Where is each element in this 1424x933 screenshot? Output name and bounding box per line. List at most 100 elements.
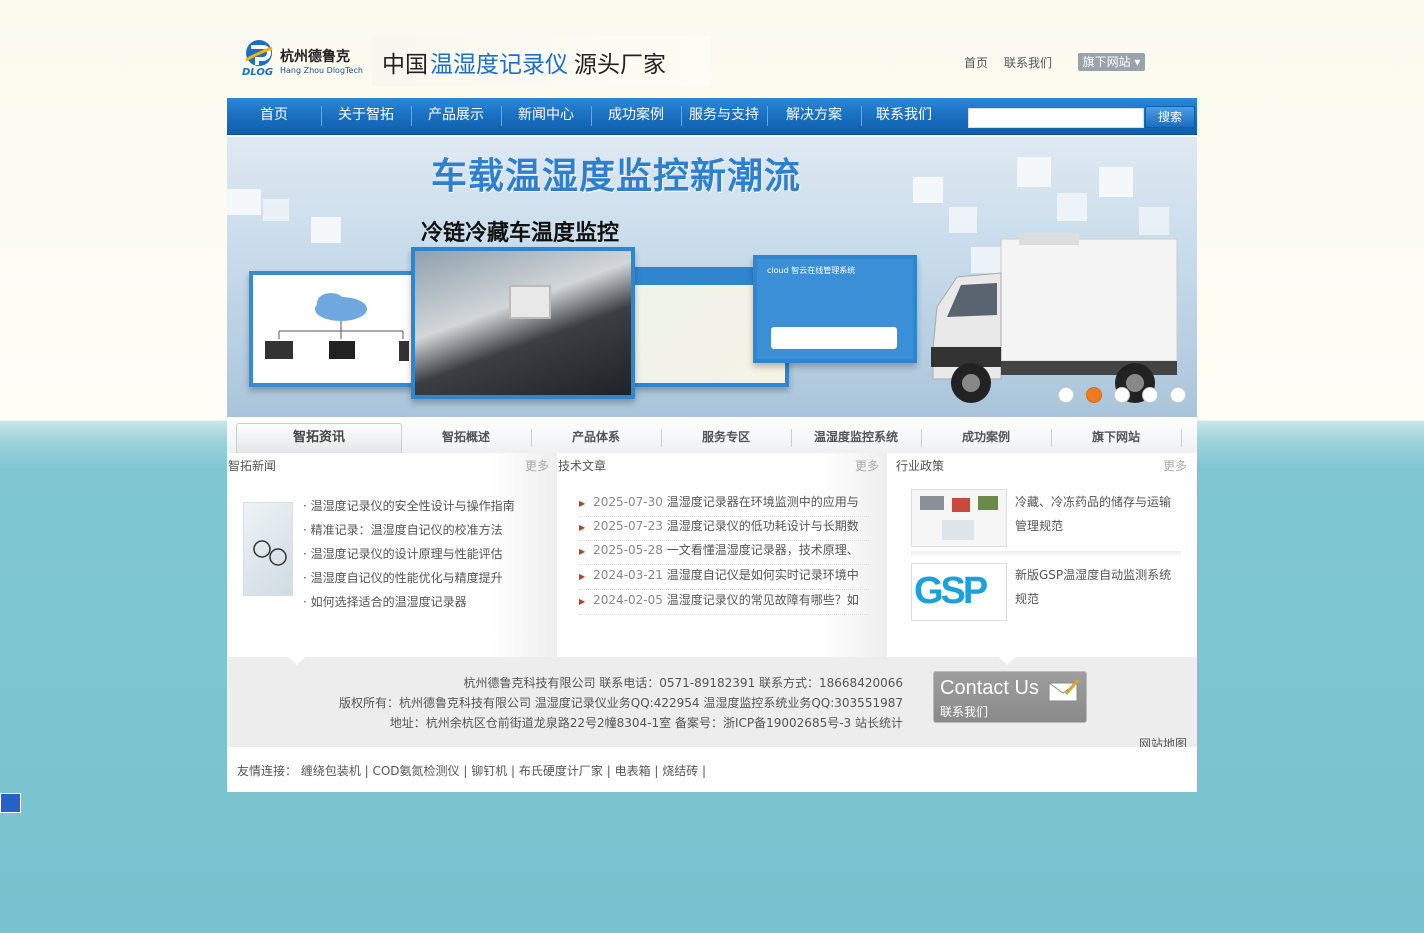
bullet-arrow-icon: ▶ — [579, 547, 586, 556]
nav-item-contact[interactable]: 联系我们 — [861, 98, 947, 134]
tab-separator — [1181, 429, 1182, 447]
policy-more-link[interactable]: 更多 — [1163, 457, 1187, 474]
banner-tile — [1099, 167, 1133, 197]
policy-item-line: 新版GSP温湿度自动监测系统 — [1015, 568, 1172, 582]
gsp-logo: GSP — [914, 570, 988, 612]
cloud-diagram-icon — [265, 293, 409, 361]
logo[interactable]: DLOG 杭州德鲁克 Hang Zhou DlogTech — [242, 38, 363, 82]
content-area: 智拓新闻 更多 · 温湿度记录仪的安全性设计与操作指南 · 精准记录：温湿度自记… — [227, 453, 1197, 657]
tab-service[interactable]: 服务专区 — [661, 423, 791, 453]
logo-dlog: DLOG — [242, 67, 274, 78]
bullet-arrow-icon: ▶ — [579, 523, 586, 532]
tab-cases[interactable]: 成功案例 — [921, 423, 1051, 453]
hero-banner[interactable]: 车载温湿度监控新潮流 冷链冷藏车温度监控 cloud 智云在线管理系统 — [227, 137, 1197, 417]
system-login-form — [771, 327, 897, 349]
tagline-prefix: 中国 — [382, 52, 428, 78]
tagline: 中国 温湿度记录仪 源头厂家 — [372, 36, 710, 86]
policy-thumbnail-drugs[interactable] — [911, 489, 1007, 547]
glasses-icon — [253, 540, 287, 566]
banner-tile — [913, 177, 943, 203]
article-title: 温湿度自记仪是如何实时记录环境中 — [666, 568, 859, 582]
article-title: 温湿度记录仪的常见故障有哪些？如 — [666, 593, 859, 607]
news-item[interactable]: · 温湿度记录仪的安全性设计与操作指南 — [303, 497, 515, 514]
tagline-suffix: 源头厂家 — [574, 52, 666, 78]
nav-item-solutions[interactable]: 解决方案 — [767, 98, 861, 134]
contact-us-label: Contact Us — [940, 677, 1039, 699]
banner-tile — [1017, 157, 1051, 187]
banner-tile — [263, 199, 289, 221]
pointer-triangle-icon — [999, 657, 1015, 665]
paw-icon[interactable]: 🐾 — [0, 793, 21, 813]
slide-dot-5[interactable] — [1170, 387, 1186, 403]
slide-dot-1[interactable] — [1058, 387, 1074, 403]
tab-sister-sites[interactable]: 旗下网站 — [1051, 423, 1181, 453]
tab-news[interactable]: 智拓资讯 — [236, 423, 402, 454]
policy-item-line: 规范 — [1015, 592, 1040, 606]
tab-products[interactable]: 产品体系 — [531, 423, 661, 453]
article-item[interactable]: ▶ 2024-03-21 温湿度自记仪是如何实时记录环境中 — [579, 566, 869, 590]
top-link-home[interactable]: 首页 — [964, 56, 988, 70]
nav-item-cases[interactable]: 成功案例 — [591, 98, 681, 134]
contact-us-cn-label: 联系我们 — [940, 705, 989, 719]
friendly-links-text[interactable]: 友情连接： 缠绕包装机 | COD氨氮检测仪 | 铆钉机 | 布氏硬度计厂家 |… — [237, 762, 706, 779]
slide-dot-4[interactable] — [1142, 387, 1158, 403]
article-date: 2025-07-30 — [593, 495, 663, 509]
nav-item-products[interactable]: 产品展示 — [411, 98, 501, 134]
top-link-contact[interactable]: 联系我们 — [1004, 56, 1052, 70]
logo-brand-en: Hang Zhou DlogTech — [280, 66, 363, 75]
policy-heading: 行业政策 — [896, 459, 945, 473]
footer-copyright-line: 版权所有：杭州德鲁克科技有限公司 温湿度记录仪业务QQ:422954 温湿度监控… — [338, 696, 903, 710]
article-date: 2024-03-21 — [593, 568, 663, 582]
banner-tile — [1057, 193, 1087, 221]
search-button[interactable]: 搜索 — [1145, 106, 1195, 128]
news-heading: 智拓新闻 — [228, 459, 277, 473]
policy-item-line: 管理规范 — [1015, 519, 1064, 533]
articles-heading: 技术文章 — [558, 459, 607, 473]
envelope-icon — [1048, 679, 1080, 702]
articles-column: 技术文章 更多 ▶ 2025-07-30 温湿度记录器在环境监测中的应用与 ▶ 20… — [557, 453, 887, 657]
article-title: 一文看懂温湿度记录器，技术原理、 — [666, 543, 859, 557]
news-column: 智拓新闻 更多 · 温湿度记录仪的安全性设计与操作指南 · 精准记录：温湿度自记… — [227, 453, 557, 657]
policy-thumbnail-gsp[interactable]: GSP — [911, 563, 1007, 621]
main-nav: 首页 关于智拓 产品展示 新闻中心 成功案例 服务与支持 解决方案 联系我们 搜… — [227, 98, 1197, 135]
drug-box-icon — [920, 496, 944, 510]
drug-box-icon — [952, 498, 970, 512]
slide-dot-2[interactable] — [1086, 387, 1102, 403]
search-input[interactable] — [968, 108, 1144, 128]
news-item[interactable]: · 如何选择适合的温湿度记录器 — [303, 593, 467, 610]
news-item[interactable]: · 温湿度记录仪的设计原理与性能评估 — [303, 545, 503, 562]
top-links: 首页 联系我们 — [964, 54, 1068, 71]
banner-subtitle: 冷链冷藏车温度监控 — [421, 221, 620, 246]
bullet-arrow-icon: ▶ — [579, 499, 586, 508]
tab-overview[interactable]: 智拓概述 — [401, 423, 531, 453]
nav-item-about[interactable]: 关于智拓 — [321, 98, 411, 134]
articles-more-link[interactable]: 更多 — [855, 457, 879, 474]
policy-item[interactable]: 冷藏、冷冻药品的储存与运输 管理规范 — [1015, 490, 1171, 538]
article-item[interactable]: ▶ 2025-07-30 温湿度记录器在环境监测中的应用与 — [579, 493, 869, 517]
tab-monitoring[interactable]: 温湿度监控系统 — [791, 423, 921, 453]
article-item[interactable]: ▶ 2025-05-28 一文看懂温湿度记录器，技术原理、 — [579, 541, 869, 565]
news-more-link[interactable]: 更多 — [525, 457, 549, 474]
sister-sites-dropdown[interactable]: 旗下网站 ▾ — [1078, 53, 1145, 71]
article-item[interactable]: ▶ 2025-07-23 温湿度记录仪的低功耗设计与长期数 — [579, 517, 869, 541]
contact-us-button[interactable]: Contact Us 联系我们 — [933, 671, 1087, 723]
policy-item[interactable]: 新版GSP温湿度自动监测系统 规范 — [1015, 563, 1171, 611]
article-title: 温湿度记录仪的低功耗设计与长期数 — [666, 519, 859, 533]
nav-item-news[interactable]: 新闻中心 — [501, 98, 591, 134]
refrigerated-truck-icon — [931, 233, 1178, 403]
article-item[interactable]: ▶ 2024-02-05 温湿度记录仪的常见故障有哪些？如 — [579, 591, 869, 615]
system-screen-title: cloud 智云在线管理系统 — [767, 266, 856, 275]
nav-item-service[interactable]: 服务与支持 — [681, 98, 767, 134]
footer-company-line: 杭州德鲁克科技有限公司 联系电话：0571-89182391 联系方式：1866… — [463, 676, 903, 690]
slide-dot-3[interactable] — [1114, 387, 1130, 403]
section-tabs: 智拓资讯 智拓概述 产品体系 服务专区 温湿度监控系统 成功案例 旗下网站 — [227, 417, 1197, 454]
news-item[interactable]: · 温湿度自记仪的性能优化与精度提升 — [303, 569, 503, 586]
article-title: 温湿度记录器在环境监测中的应用与 — [666, 495, 859, 509]
news-thumbnail[interactable] — [243, 502, 293, 596]
bullet-arrow-icon: ▶ — [579, 572, 586, 581]
news-item[interactable]: · 精准记录：温湿度自记仪的校准方法 — [303, 521, 503, 538]
policy-column: 行业政策 更多 冷藏、冷冻药品的储存与运输 管理规范 GSP 新版GSP温湿度自… — [887, 453, 1197, 657]
device-recorder — [509, 285, 551, 319]
nav-item-home[interactable]: 首页 — [227, 98, 321, 134]
article-date: 2025-05-28 — [593, 543, 663, 557]
